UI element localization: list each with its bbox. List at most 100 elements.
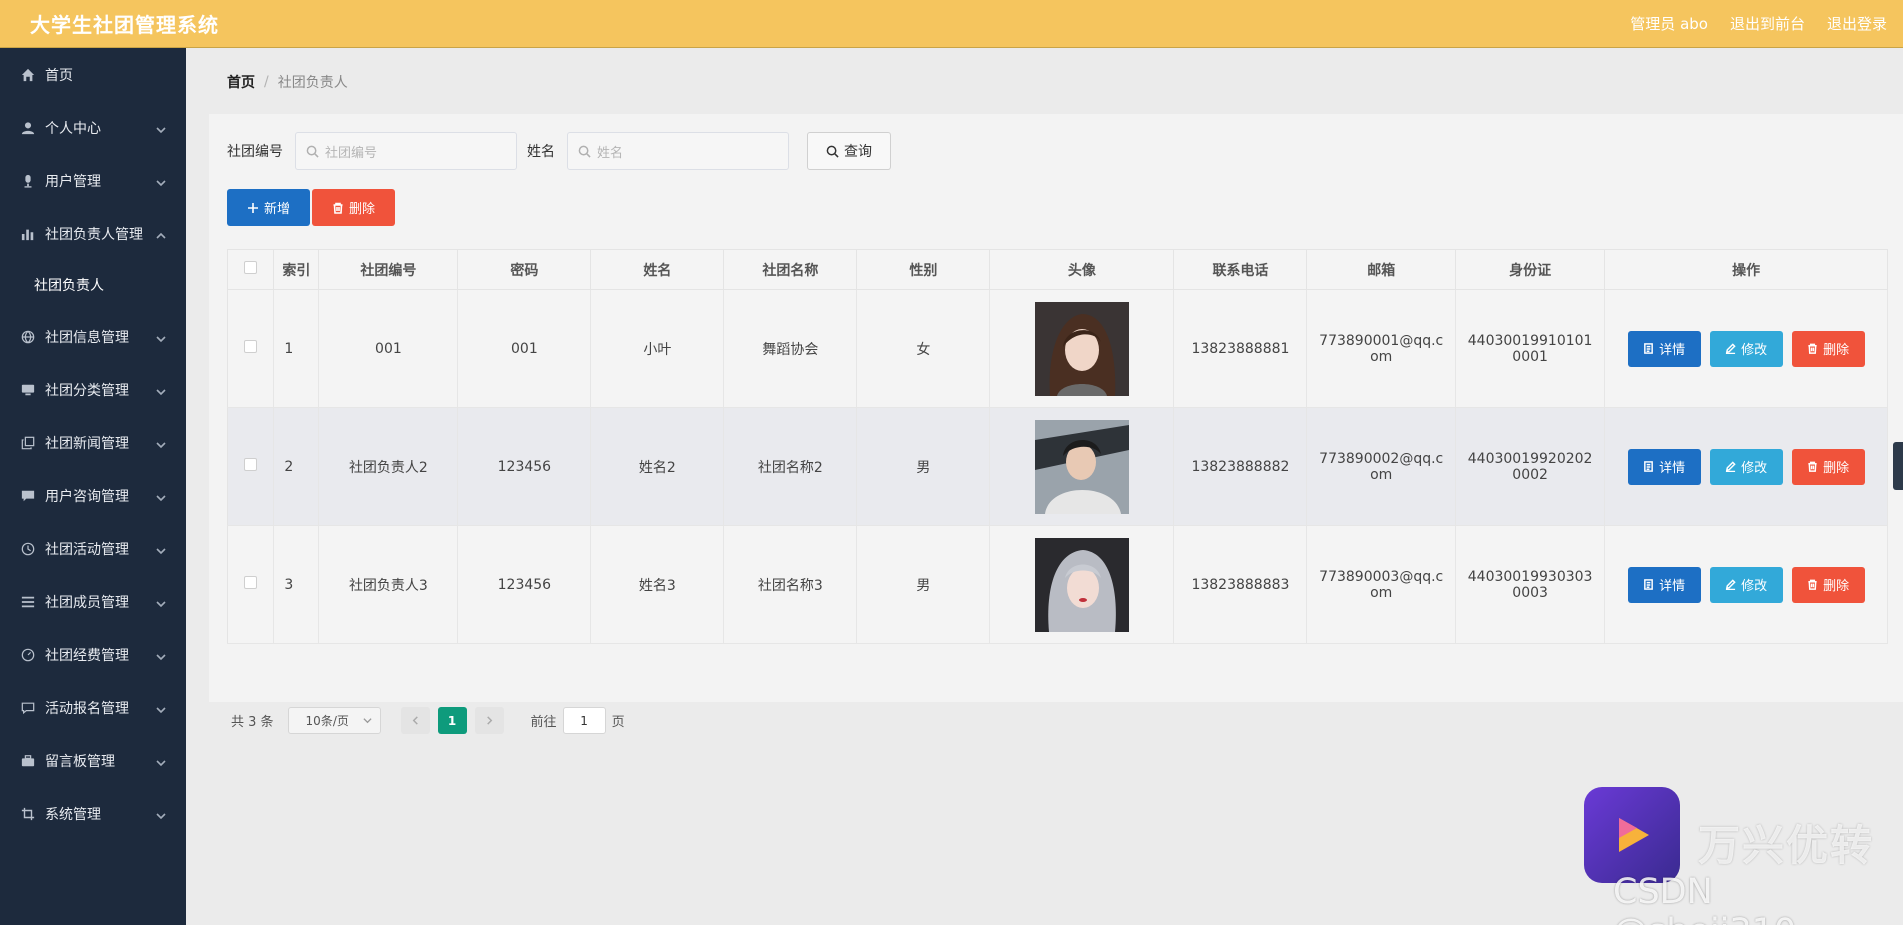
watermark-csdn: CSDN @sheji310 <box>1613 872 1796 925</box>
row-checkbox[interactable] <box>244 458 258 471</box>
page-number-current[interactable]: 1 <box>437 707 467 734</box>
next-page-button[interactable] <box>474 707 504 734</box>
edit-icon <box>1726 461 1736 472</box>
batch-delete-label: 删除 <box>348 202 375 217</box>
breadcrumb-current: 社团负责人 <box>277 75 348 91</box>
sidebar-item-club-news[interactable]: 社团新闻管理 <box>0 416 186 469</box>
chevron-down-icon <box>156 756 166 766</box>
sidebar-item-club-category[interactable]: 社团分类管理 <box>0 363 186 416</box>
globe-icon <box>20 329 35 344</box>
row-checkbox[interactable] <box>244 340 258 353</box>
club-no-placeholder: 社团编号 <box>325 145 378 161</box>
sidebar-subitem-leader[interactable]: 社团负责人 <box>0 260 186 310</box>
detail-button[interactable]: 详情 <box>1627 448 1701 485</box>
microphone-icon <box>20 173 35 188</box>
club-no-label: 社团编号 <box>227 144 283 160</box>
select-all-cell <box>227 249 275 290</box>
batch-delete-button[interactable]: 删除 <box>312 189 395 226</box>
chevron-down-icon <box>156 385 166 395</box>
chevron-up-icon <box>156 229 166 239</box>
sidebar-item-message-board[interactable]: 留言板管理 <box>0 734 186 787</box>
id-line-2: 0001 <box>1512 348 1548 365</box>
row-checkbox[interactable] <box>244 576 258 589</box>
detail-button[interactable]: 详情 <box>1627 566 1701 603</box>
edit-button[interactable]: 修改 <box>1709 566 1783 603</box>
cell-gender: 女 <box>856 289 991 408</box>
sidebar-item-label: 活动报名管理 <box>45 700 129 717</box>
id-line-1: 44030019920202 <box>1467 450 1593 467</box>
sidebar-item-user-consult[interactable]: 用户咨询管理 <box>0 469 186 522</box>
sidebar-item-label: 用户咨询管理 <box>45 488 129 505</box>
detail-label: 详情 <box>1659 579 1686 594</box>
avatar[interactable] <box>1034 537 1129 632</box>
col-email: 邮箱 <box>1306 249 1456 290</box>
add-button-label: 新增 <box>263 202 290 217</box>
document-icon <box>1644 579 1654 590</box>
cell-phone: 13823888881 <box>1173 289 1308 408</box>
avatar[interactable] <box>1034 419 1129 514</box>
email-line-1: 773890003@qq.c <box>1319 568 1444 585</box>
cell-gender: 男 <box>856 407 991 526</box>
edit-label: 修改 <box>1741 461 1768 476</box>
sidebar-item-label: 社团新闻管理 <box>45 435 129 452</box>
edit-button[interactable]: 修改 <box>1709 448 1783 485</box>
cell-phone: 13823888882 <box>1173 407 1308 526</box>
chevron-down-icon <box>156 809 166 819</box>
avatar[interactable] <box>1034 301 1129 396</box>
app-title: 大学生社团管理系统 <box>30 13 219 37</box>
page-size-select[interactable]: 10条/页 <box>287 707 381 734</box>
cell-gender: 男 <box>856 525 991 644</box>
page-suffix: 页 <box>611 715 625 730</box>
list-panel: 社团编号 社团编号 姓名 姓名 查询 新增 删除 索引 社团编号 密码 姓名 社… <box>209 114 1903 734</box>
delete-button[interactable]: 删除 <box>1791 330 1865 367</box>
message-icon <box>20 488 35 503</box>
sidebar-item-activity-signup[interactable]: 活动报名管理 <box>0 681 186 734</box>
top-actions: 管理员 abo 退出到前台 退出登录 <box>1608 13 1887 34</box>
delete-button[interactable]: 删除 <box>1791 566 1865 603</box>
prev-page-button[interactable] <box>400 707 430 734</box>
delete-label: 删除 <box>1823 461 1850 476</box>
to-front-link[interactable]: 退出到前台 <box>1730 13 1805 34</box>
sidebar-item-club-activity[interactable]: 社团活动管理 <box>0 522 186 575</box>
sidebar-item-club-funds[interactable]: 社团经费管理 <box>0 628 186 681</box>
edit-button[interactable]: 修改 <box>1709 330 1783 367</box>
query-button[interactable]: 查询 <box>807 132 891 170</box>
sidebar-item-system[interactable]: 系统管理 <box>0 787 186 840</box>
gauge-icon <box>20 647 35 662</box>
sidebar-item-label: 首页 <box>45 67 73 84</box>
goto-page-input[interactable]: 1 <box>562 707 606 734</box>
home-icon <box>20 67 35 82</box>
email-line-2: om <box>1370 348 1393 365</box>
sidebar-item-label: 社团分类管理 <box>45 382 129 399</box>
detail-button[interactable]: 详情 <box>1627 330 1701 367</box>
breadcrumb-home[interactable]: 首页 <box>227 72 255 92</box>
top-bar: 大学生社团管理系统 管理员 abo 退出到前台 退出登录 <box>0 0 1903 48</box>
cell-avatar <box>989 289 1175 408</box>
col-club-no: 社团编号 <box>318 249 459 290</box>
edit-label: 修改 <box>1741 579 1768 594</box>
sidebar-item-club-member[interactable]: 社团成员管理 <box>0 575 186 628</box>
row-actions: 详情 修改 删除 <box>1605 566 1887 603</box>
cell-club-no: 社团负责人2 <box>318 407 459 526</box>
delete-button[interactable]: 删除 <box>1791 448 1865 485</box>
sidebar-item-users[interactable]: 用户管理 <box>0 154 186 207</box>
sidebar-item-home[interactable]: 首页 <box>0 48 186 101</box>
watermark-brand: 万兴优转 <box>1698 821 1875 870</box>
logout-link[interactable]: 退出登录 <box>1827 13 1887 34</box>
table-header-row: 索引 社团编号 密码 姓名 社团名称 性别 头像 联系电话 邮箱 身份证 操作 <box>227 249 1888 290</box>
col-index: 索引 <box>273 249 320 290</box>
scrollbar-handle[interactable] <box>1893 442 1903 490</box>
sidebar-item-leader-manage[interactable]: 社团负责人管理 <box>0 207 186 260</box>
sidebar-item-club-info[interactable]: 社团信息管理 <box>0 310 186 363</box>
sidebar-item-profile[interactable]: 个人中心 <box>0 101 186 154</box>
email-line-2: om <box>1370 584 1393 601</box>
select-all-checkbox[interactable] <box>244 261 258 274</box>
col-name: 姓名 <box>590 249 725 290</box>
sidebar-item-label: 社团成员管理 <box>45 594 129 611</box>
club-no-input[interactable]: 社团编号 <box>295 132 517 170</box>
breadcrumb: 首页 / 社团负责人 <box>227 72 348 92</box>
col-gender: 性别 <box>856 249 991 290</box>
delete-label: 删除 <box>1823 343 1850 358</box>
name-input[interactable]: 姓名 <box>567 132 789 170</box>
add-button[interactable]: 新增 <box>227 189 310 226</box>
